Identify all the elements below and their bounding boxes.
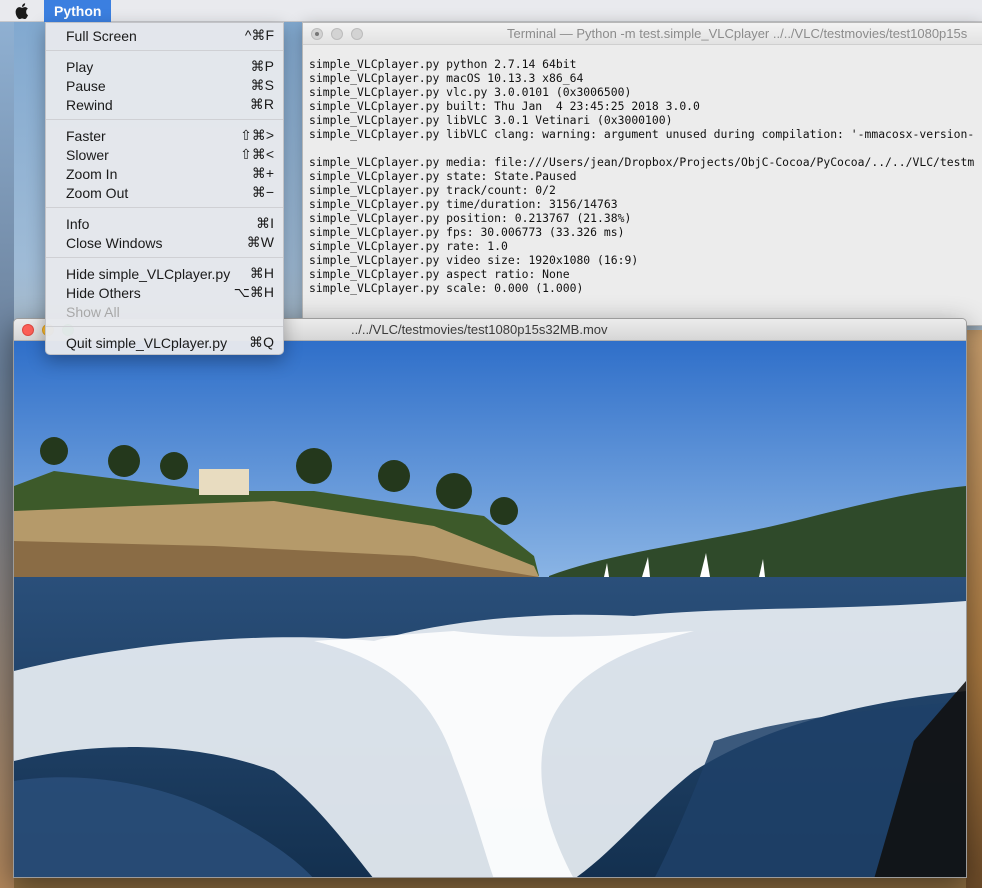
menu-item-hide-simple-vlcplayer-py[interactable]: Hide simple_VLCplayer.py ⌘H	[46, 264, 283, 283]
menu-separator	[46, 119, 283, 120]
menu-item-info[interactable]: Info ⌘I	[46, 214, 283, 233]
menu-python[interactable]: Python	[44, 0, 112, 22]
menu-item-quit-simple-vlcplayer-py[interactable]: Quit simple_VLCplayer.py ⌘Q	[46, 333, 283, 352]
menu-separator	[46, 207, 283, 208]
menu-item-label: Zoom Out	[66, 184, 129, 201]
menu-separator	[46, 257, 283, 258]
terminal-line: simple_VLCplayer.py python 2.7.14 64bit	[309, 57, 577, 71]
terminal-line: simple_VLCplayer.py video size: 1920x108…	[309, 253, 639, 267]
menu-separator	[46, 326, 283, 327]
menu-item-close-windows[interactable]: Close Windows ⌘W	[46, 233, 283, 252]
python-menu-dropdown: Full Screen ^⌘F Play ⌘P Pause ⌘S Rewind ⌘R Faste…	[45, 22, 284, 355]
menu-item-label: Play	[66, 58, 94, 75]
menu-item-label: Info	[66, 215, 90, 232]
terminal-line: simple_VLCplayer.py rate: 1.0	[309, 239, 508, 253]
terminal-line: simple_VLCplayer.py libVLC 3.0.1 Vetinar…	[309, 113, 673, 127]
menu-item-label: Rewind	[66, 96, 113, 113]
menu-item-label: Hide simple_VLCplayer.py	[66, 265, 231, 282]
menu-item-shortcut: ⇧⌘<	[240, 146, 274, 162]
desktop-wallpaper	[0, 22, 14, 888]
menu-item-label: Zoom In	[66, 165, 118, 182]
menu-item-label: Faster	[66, 127, 106, 144]
menu-item-label: Pause	[66, 77, 106, 94]
apple-logo-icon	[15, 2, 28, 19]
terminal-line: simple_VLCplayer.py scale: 0.000 (1.000)	[309, 281, 584, 295]
menu-item-slower[interactable]: Slower ⇧⌘<	[46, 145, 283, 164]
terminal-line: simple_VLCplayer.py built: Thu Jan 4 23:…	[309, 99, 700, 113]
menu-item-shortcut: ⌘S	[250, 77, 274, 93]
menu-item-zoom-in[interactable]: Zoom In ⌘+	[46, 164, 283, 183]
minimize-button[interactable]	[331, 27, 343, 40]
terminal-line: simple_VLCplayer.py fps: 30.006773 (33.3…	[309, 225, 625, 239]
zoom-button[interactable]	[351, 27, 363, 40]
menu-item-shortcut: ⌥⌘H	[233, 284, 274, 300]
terminal-line: simple_VLCplayer.py time/duration: 3156/…	[309, 197, 618, 211]
terminal-line: simple_VLCplayer.py aspect ratio: None	[309, 267, 570, 281]
menu-item-pause[interactable]: Pause ⌘S	[46, 76, 283, 95]
menu-item-label: Close Windows	[66, 234, 163, 251]
menu-item-shortcut: ⌘R	[249, 96, 274, 112]
menu-item-play[interactable]: Play ⌘P	[46, 57, 283, 76]
menu-item-label: Full Screen	[66, 27, 137, 44]
menu-item-shortcut: ⇧⌘>	[240, 127, 274, 143]
menu-item-shortcut: ⌘I	[256, 215, 274, 231]
video-player-window: ../../VLC/testmovies/test1080p15s32MB.mo…	[13, 318, 967, 878]
menu-item-shortcut: ⌘+	[251, 165, 274, 181]
menu-bar: Python	[0, 0, 982, 22]
apple-menu[interactable]	[0, 0, 44, 22]
menu-item-show-all: Show All	[46, 302, 283, 321]
video-title: ../../VLC/testmovies/test1080p15s32MB.mo…	[351, 322, 608, 337]
terminal-line: simple_VLCplayer.py vlc.py 3.0.0101 (0x3…	[309, 85, 632, 99]
menu-item-shortcut: ⌘H	[249, 265, 274, 281]
menu-item-shortcut: ⌘Q	[249, 334, 274, 350]
menu-item-zoom-out[interactable]: Zoom Out ⌘−	[46, 183, 283, 202]
terminal-line: simple_VLCplayer.py state: State.Paused	[309, 169, 577, 183]
menu-item-full-screen[interactable]: Full Screen ^⌘F	[46, 26, 283, 45]
menu-item-label: Show All	[66, 303, 120, 320]
close-button[interactable]	[311, 27, 323, 40]
close-button[interactable]	[22, 324, 34, 336]
menu-item-label: Quit simple_VLCplayer.py	[66, 334, 228, 351]
terminal-line: simple_VLCplayer.py media: file:///Users…	[309, 155, 975, 169]
menu-item-hide-others[interactable]: Hide Others ⌥⌘H	[46, 283, 283, 302]
terminal-output[interactable]: simple_VLCplayer.py python 2.7.14 64bit s…	[303, 45, 982, 295]
menu-item-label: Slower	[66, 146, 109, 163]
video-frame[interactable]	[14, 341, 966, 877]
menu-item-label: Hide Others	[66, 284, 141, 301]
terminal-line: simple_VLCplayer.py track/count: 0/2	[309, 183, 556, 197]
menu-item-rewind[interactable]: Rewind ⌘R	[46, 95, 283, 114]
terminal-window: Terminal — Python -m test.simple_VLCplay…	[302, 22, 982, 326]
menu-item-shortcut: ⌘W	[246, 234, 274, 250]
desktop-wallpaper	[966, 330, 982, 888]
terminal-titlebar[interactable]: Terminal — Python -m test.simple_VLCplay…	[303, 23, 982, 45]
menu-item-shortcut: ^⌘F	[244, 27, 274, 43]
menu-item-shortcut: ⌘−	[251, 184, 274, 200]
menu-item-faster[interactable]: Faster ⇧⌘>	[46, 126, 283, 145]
video-image	[14, 341, 966, 877]
terminal-title: Terminal — Python -m test.simple_VLCplay…	[507, 26, 968, 41]
menu-item-shortcut: ⌘P	[250, 58, 274, 74]
terminal-line: simple_VLCplayer.py libVLC clang: warnin…	[309, 127, 975, 141]
terminal-line: simple_VLCplayer.py macOS 10.13.3 x86_64	[309, 71, 584, 85]
menu-separator	[46, 50, 283, 51]
terminal-line: simple_VLCplayer.py position: 0.213767 (…	[309, 211, 632, 225]
